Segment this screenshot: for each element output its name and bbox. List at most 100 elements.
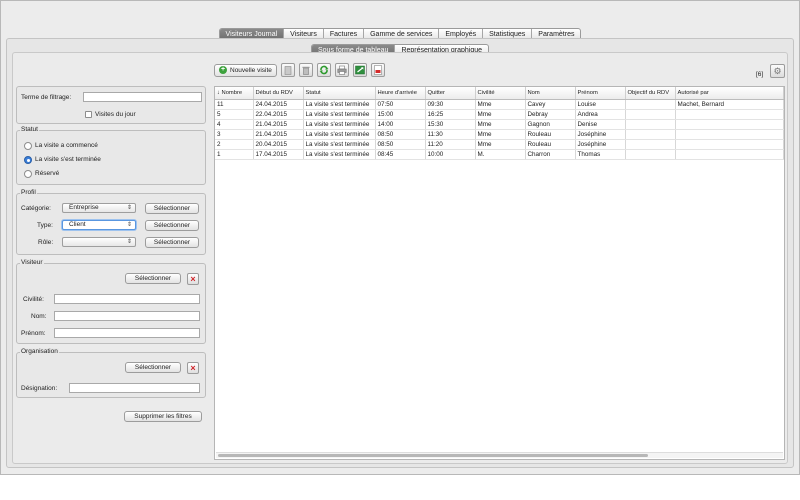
table-cell: 15:00 [375, 109, 426, 120]
plus-icon: + [219, 66, 227, 74]
last-name-label: Nom: [31, 313, 47, 320]
table-cell: Mme [475, 109, 526, 120]
type-select-button[interactable]: Sélectionner [145, 220, 199, 231]
organisation-select-button[interactable]: Sélectionner [125, 362, 181, 373]
table-cell: Cavey [525, 99, 576, 110]
visitor-select-button[interactable]: Sélectionner [125, 273, 181, 284]
table-cell: Louise [575, 99, 626, 110]
table-cell: La visite s'est terminée [303, 109, 376, 120]
clear-visitor-icon[interactable]: × [187, 273, 199, 285]
refresh-icon[interactable] [316, 63, 331, 77]
today-visits-checkbox[interactable] [85, 111, 92, 118]
column-header-leave[interactable]: Quitter [425, 87, 476, 100]
last-name-field[interactable] [54, 311, 200, 321]
table-cell: 3 [215, 129, 254, 140]
column-header-number[interactable]: ↓ Nombre [215, 87, 254, 100]
table-cell: Rouleau [525, 129, 576, 140]
clear-filters-button[interactable]: Supprimer les filtres [124, 411, 202, 422]
column-header-status[interactable]: Statut [303, 87, 376, 100]
column-header-objective[interactable]: Objectif du RDV [625, 87, 676, 100]
filter-term-input[interactable] [83, 92, 202, 102]
table-cell: Rouleau [525, 139, 576, 150]
table-cell [675, 119, 784, 130]
first-name-field[interactable] [54, 328, 200, 338]
type-label: Type: [37, 222, 53, 229]
category-value: Entreprise [69, 204, 99, 211]
designation-field[interactable] [69, 383, 200, 393]
radio-visit-ended[interactable] [24, 156, 32, 164]
table-cell [625, 99, 676, 110]
radio-reserved-label: Réservé [35, 170, 60, 177]
table-row[interactable]: 11 24.04.2015 La visite s'est terminée 07:5… [215, 99, 784, 110]
table-cell: Joséphine [575, 129, 626, 140]
table-row[interactable]: 1 17.04.2015 La visite s'est terminée 08:45… [215, 149, 784, 160]
settings-icon[interactable]: ⚙ [770, 64, 785, 78]
category-select[interactable]: Entreprise ⇕ [62, 203, 136, 213]
table-cell: 22.04.2015 [253, 109, 304, 120]
horizontal-scrollbar[interactable] [216, 452, 783, 458]
table-cell: Thomas [575, 149, 626, 160]
table-cell [675, 139, 784, 150]
table-cell: La visite s'est terminée [303, 99, 376, 110]
column-header-last-name[interactable]: Nom [525, 87, 576, 100]
table-cell: La visite s'est terminée [303, 119, 376, 130]
column-header-arrival[interactable]: Heure d'arrivée [375, 87, 426, 100]
type-value: Client [69, 221, 86, 228]
export-pdf-icon[interactable] [370, 63, 385, 77]
chevron-updown-icon: ⇕ [126, 222, 132, 228]
table-cell: La visite s'est terminée [303, 139, 376, 150]
search-group: Terme de filtrage: Visites du jour [16, 86, 206, 124]
column-header-start[interactable]: Début du RDV [253, 87, 304, 100]
radio-visit-started[interactable] [24, 142, 32, 150]
export-excel-icon[interactable] [352, 63, 367, 77]
table-cell [625, 129, 676, 140]
table-cell [625, 109, 676, 120]
table-cell: 15:30 [425, 119, 476, 130]
table-row[interactable]: 2 20.04.2015 La visite s'est terminée 08:50… [215, 139, 784, 150]
table-cell [625, 149, 676, 160]
scrollbar-thumb[interactable] [218, 454, 648, 457]
radio-visit-started-label: La visite a commencé [35, 142, 98, 149]
role-select-button[interactable]: Sélectionner [145, 237, 199, 248]
table-row[interactable]: 3 21.04.2015 La visite s'est terminée 08:50… [215, 129, 784, 140]
table-cell [625, 139, 676, 150]
column-header-first-name[interactable]: Prénom [575, 87, 626, 100]
civility-field[interactable] [54, 294, 200, 304]
table-cell: 09:30 [425, 99, 476, 110]
table-cell: 20.04.2015 [253, 139, 304, 150]
profile-group: Profil Catégorie: Entreprise ⇕ Sélection… [16, 189, 206, 255]
table-cell [675, 149, 784, 160]
table-row[interactable]: 5 22.04.2015 La visite s'est terminée 15:00… [215, 109, 784, 120]
table-cell: Machet, Bernard [675, 99, 784, 110]
table-cell: Mme [475, 139, 526, 150]
column-header-civility[interactable]: Civilité [475, 87, 526, 100]
role-select[interactable]: ⇕ [62, 237, 136, 247]
table-cell: 5 [215, 109, 254, 120]
table-cell: 11 [215, 99, 254, 110]
clear-organisation-icon[interactable]: × [187, 362, 199, 374]
print-icon[interactable] [334, 63, 349, 77]
table-cell: Mme [475, 99, 526, 110]
first-name-label: Prénom: [21, 330, 46, 337]
new-visit-button[interactable]: + Nouvelle visite [214, 63, 277, 77]
designation-label: Désignation: [21, 385, 58, 392]
delete-icon[interactable] [298, 63, 313, 77]
new-visit-label: Nouvelle visite [230, 66, 272, 74]
radio-reserved[interactable] [24, 170, 32, 178]
today-visits-label: Visites du jour [95, 111, 136, 118]
table-row[interactable]: 4 21.04.2015 La visite s'est terminée 14:00… [215, 119, 784, 130]
table-cell: M. [475, 149, 526, 160]
edit-icon[interactable] [280, 63, 295, 77]
organisation-group: Organisation Sélectionner × Désignation: [16, 348, 206, 398]
table-cell: 24.04.2015 [253, 99, 304, 110]
role-label: Rôle: [38, 239, 54, 246]
type-select[interactable]: Client ⇕ [62, 220, 136, 230]
table-cell [675, 109, 784, 120]
table-cell: Mme [475, 119, 526, 130]
civility-label: Civilité: [23, 296, 44, 303]
category-select-button[interactable]: Sélectionner [145, 203, 199, 214]
toolbar: + Nouvelle visite [214, 63, 385, 77]
column-header-authorized-by[interactable]: Autorisé par [675, 87, 784, 100]
table-cell: 11:30 [425, 129, 476, 140]
visitor-legend: Visiteur [20, 259, 44, 266]
